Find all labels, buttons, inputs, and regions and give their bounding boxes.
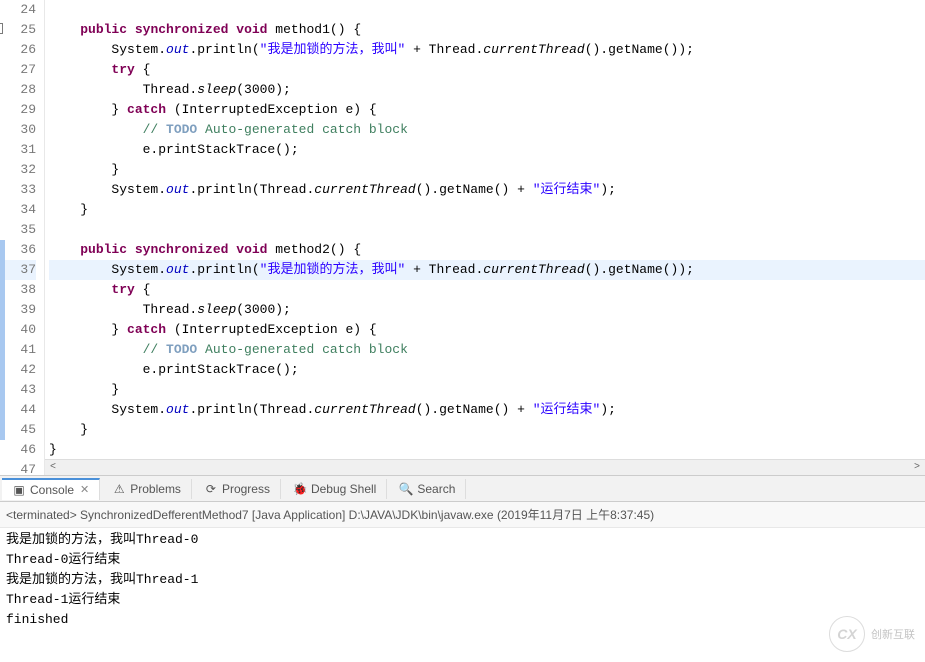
change-marker	[0, 340, 5, 360]
tab-problems[interactable]: ⚠ Problems	[102, 479, 192, 499]
code-line[interactable]: }	[49, 440, 925, 460]
change-marker	[0, 260, 5, 280]
debug-icon: 🐞	[293, 482, 307, 496]
code-line[interactable]: System.out.println(Thread.currentThread(…	[49, 180, 925, 200]
console-line: finished	[6, 610, 919, 630]
tab-console[interactable]: ▣ Console ✕	[2, 478, 100, 500]
line-number: 47	[0, 460, 36, 476]
tab-label: Problems	[130, 482, 181, 496]
close-icon[interactable]: ✕	[80, 483, 89, 496]
change-marker	[0, 400, 5, 420]
line-number: 42	[0, 360, 36, 380]
change-marker	[0, 280, 5, 300]
tab-label: Console	[30, 483, 74, 497]
console-line: 我是加锁的方法，我叫Thread-0	[6, 530, 919, 550]
line-number: 43	[0, 380, 36, 400]
change-marker	[0, 240, 5, 260]
code-line[interactable]: // TODO Auto-generated catch block	[49, 340, 925, 360]
line-number: 38	[0, 280, 36, 300]
line-number: 30	[0, 120, 36, 140]
line-number: 44	[0, 400, 36, 420]
watermark: CX 创新互联	[829, 616, 915, 652]
change-marker	[0, 320, 5, 340]
code-line[interactable]: } catch (InterruptedException e) {	[49, 100, 925, 120]
code-line[interactable]	[49, 0, 925, 20]
line-number: 28	[0, 80, 36, 100]
line-number: 25−	[0, 20, 36, 40]
line-number: 31	[0, 140, 36, 160]
console-line: 我是加锁的方法，我叫Thread-1	[6, 570, 919, 590]
code-line[interactable]: }	[49, 160, 925, 180]
code-line[interactable]: } catch (InterruptedException e) {	[49, 320, 925, 340]
tab-debug-shell[interactable]: 🐞 Debug Shell	[283, 479, 387, 499]
code-line[interactable]: // TODO Auto-generated catch block	[49, 120, 925, 140]
tab-progress[interactable]: ⟳ Progress	[194, 479, 281, 499]
tab-label: Debug Shell	[311, 482, 376, 496]
line-number: 41	[0, 340, 36, 360]
progress-icon: ⟳	[204, 482, 218, 496]
code-line[interactable]: public synchronized void method2() {	[49, 240, 925, 260]
watermark-text: 创新互联	[871, 626, 915, 642]
bottom-view-tabs: ▣ Console ✕ ⚠ Problems ⟳ Progress 🐞 Debug Shell 🔍…	[0, 476, 925, 502]
code-line[interactable]: public synchronized void method1() {	[49, 20, 925, 40]
line-number: 26	[0, 40, 36, 60]
horizontal-scrollbar[interactable]: < >	[45, 459, 925, 475]
change-marker	[0, 360, 5, 380]
scroll-left-arrow-icon[interactable]: <	[45, 462, 61, 473]
code-line[interactable]: e.printStackTrace();	[49, 360, 925, 380]
line-number: 39	[0, 300, 36, 320]
code-line[interactable]: try {	[49, 280, 925, 300]
console-line: Thread-0运行结束	[6, 550, 919, 570]
line-number: 37	[0, 260, 36, 280]
line-number: 35	[0, 220, 36, 240]
scroll-track[interactable]	[61, 460, 909, 475]
line-number: 32	[0, 160, 36, 180]
code-editor[interactable]: 2425−2627282930313233343536−373839404142…	[0, 0, 925, 476]
code-line[interactable]: }	[49, 380, 925, 400]
scroll-right-arrow-icon[interactable]: >	[909, 462, 925, 473]
code-line[interactable]: Thread.sleep(3000);	[49, 80, 925, 100]
console-output[interactable]: 我是加锁的方法，我叫Thread-0Thread-0运行结束我是加锁的方法，我叫…	[0, 528, 925, 632]
console-process-header: <terminated> SynchronizedDefferentMethod…	[0, 502, 925, 528]
line-number: 29	[0, 100, 36, 120]
code-line[interactable]: Thread.sleep(3000);	[49, 300, 925, 320]
code-area[interactable]: public synchronized void method1() { Sys…	[45, 0, 925, 475]
code-line[interactable]	[49, 220, 925, 240]
code-line[interactable]: }	[49, 200, 925, 220]
line-number: 27	[0, 60, 36, 80]
code-line[interactable]: System.out.println("我是加锁的方法，我叫" + Thread…	[49, 260, 925, 280]
change-marker	[0, 380, 5, 400]
change-marker	[0, 420, 5, 440]
line-number-gutter: 2425−2627282930313233343536−373839404142…	[0, 0, 45, 475]
line-number: 24	[0, 0, 36, 20]
code-line[interactable]: System.out.println("我是加锁的方法，我叫" + Thread…	[49, 40, 925, 60]
console-line: Thread-1运行结束	[6, 590, 919, 610]
problems-icon: ⚠	[112, 482, 126, 496]
code-line[interactable]: try {	[49, 60, 925, 80]
line-number: 40	[0, 320, 36, 340]
tab-label: Progress	[222, 482, 270, 496]
line-number: 34	[0, 200, 36, 220]
fold-toggle-icon[interactable]: −	[0, 23, 3, 34]
search-icon: 🔍	[399, 482, 413, 496]
console-icon: ▣	[12, 483, 26, 497]
line-number: 46	[0, 440, 36, 460]
code-line[interactable]: e.printStackTrace();	[49, 140, 925, 160]
tab-search[interactable]: 🔍 Search	[389, 479, 466, 499]
line-number: 45	[0, 420, 36, 440]
watermark-logo-icon: CX	[829, 616, 865, 652]
code-line[interactable]: }	[49, 420, 925, 440]
line-number: 36−	[0, 240, 36, 260]
line-number: 33	[0, 180, 36, 200]
change-marker	[0, 300, 5, 320]
code-line[interactable]: System.out.println(Thread.currentThread(…	[49, 400, 925, 420]
tab-label: Search	[417, 482, 455, 496]
